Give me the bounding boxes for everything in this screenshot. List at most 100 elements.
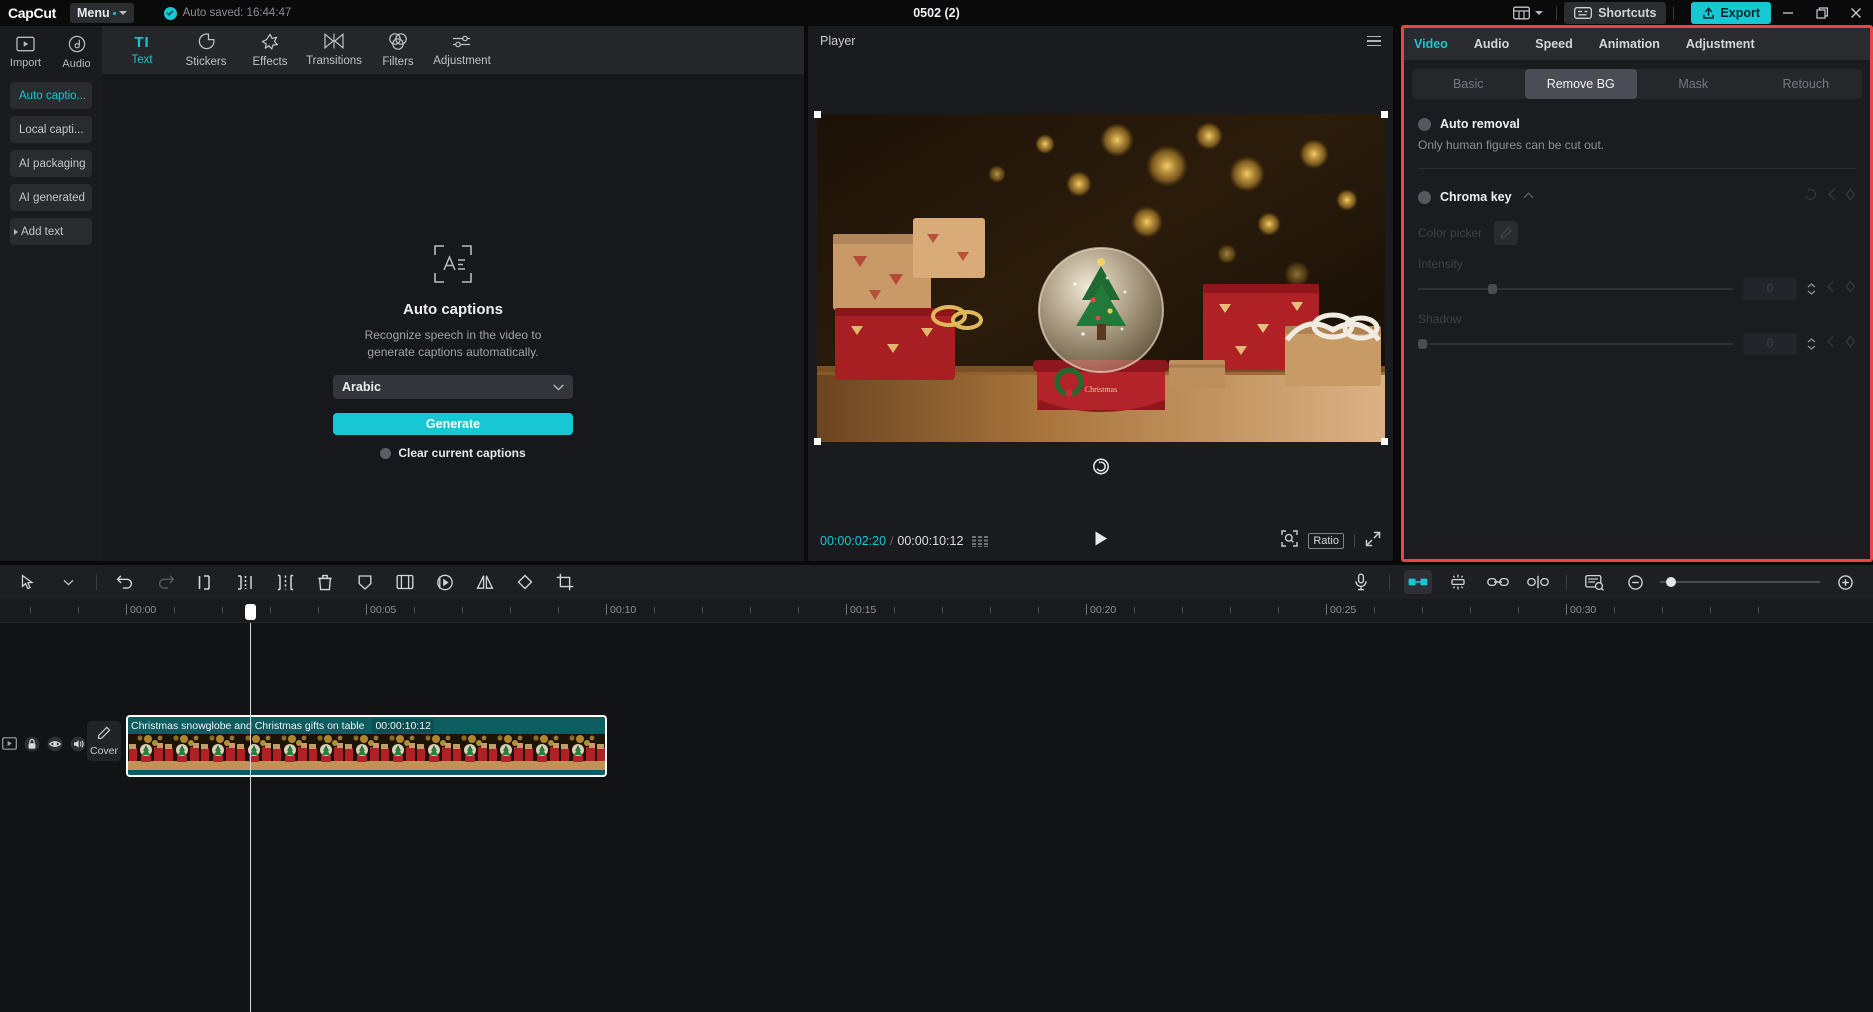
chevron-up-icon[interactable] — [1523, 192, 1533, 202]
eye-icon[interactable] — [47, 736, 63, 757]
clear-captions-checkbox[interactable]: Clear current captions — [380, 446, 525, 460]
timeline-zoom-slider[interactable] — [1660, 581, 1820, 583]
eyedropper-icon[interactable] — [1494, 221, 1518, 245]
video-track-icon[interactable] — [2, 737, 17, 755]
rotate-reset-icon[interactable] — [1092, 458, 1109, 480]
export-button[interactable]: Export — [1691, 2, 1771, 24]
hamburger-menu-icon[interactable] — [1367, 36, 1381, 47]
tab-effects[interactable]: Effects — [238, 33, 302, 68]
subtab-mask[interactable]: Mask — [1637, 69, 1750, 99]
marker-icon[interactable] — [345, 565, 385, 599]
shadow-stepper[interactable] — [1807, 338, 1816, 350]
mirror-icon[interactable] — [465, 565, 505, 599]
ratio-button[interactable]: Ratio — [1308, 533, 1344, 549]
shadow-slider[interactable] — [1418, 343, 1733, 345]
generate-button[interactable]: Generate — [333, 413, 573, 435]
trim-right-icon[interactable] — [225, 565, 265, 599]
resize-handle-tl[interactable] — [814, 111, 821, 118]
subtab-basic[interactable]: Basic — [1412, 69, 1525, 99]
minimize-button[interactable] — [1771, 0, 1805, 26]
auto-removal-toggle[interactable]: Auto removal — [1418, 117, 1856, 131]
intensity-value[interactable]: 0 — [1743, 278, 1797, 300]
media-import-icon — [16, 36, 35, 55]
tab-speed[interactable]: Speed — [1535, 37, 1573, 51]
sidebar-item-add-text[interactable]: Add text — [10, 218, 92, 245]
tab-transitions[interactable]: Transitions — [302, 33, 366, 67]
tab-animation[interactable]: Animation — [1599, 37, 1660, 51]
lock-icon[interactable] — [24, 736, 40, 757]
subtab-remove-bg[interactable]: Remove BG — [1525, 69, 1638, 99]
sidebar-item-audio[interactable]: Audio — [51, 26, 102, 74]
keyframe-add-icon[interactable] — [1845, 335, 1856, 353]
resize-handle-bl[interactable] — [814, 438, 821, 445]
language-select[interactable]: Arabic — [333, 375, 573, 399]
sidebar-item-local-captions[interactable]: Local capti... — [10, 116, 92, 143]
select-tool-dropdown[interactable] — [48, 565, 88, 599]
slider-knob[interactable] — [1666, 577, 1676, 587]
select-cursor-icon[interactable] — [8, 565, 48, 599]
tab-filters[interactable]: Filters — [366, 33, 430, 68]
undo-icon[interactable] — [105, 565, 145, 599]
maximize-button[interactable] — [1805, 0, 1839, 26]
keyframe-prev-icon[interactable] — [1826, 280, 1835, 298]
playhead-handle[interactable] — [245, 604, 256, 620]
unlink-clips-icon[interactable] — [1518, 565, 1558, 599]
shortcuts-button[interactable]: Shortcuts — [1564, 2, 1666, 24]
shadow-value[interactable]: 0 — [1743, 333, 1797, 355]
split-clip-icon[interactable] — [265, 565, 305, 599]
sidebar-item-ai-packaging[interactable]: AI packaging — [10, 150, 92, 177]
tab-text[interactable]: TI Text — [110, 34, 174, 66]
magnify-fit-icon[interactable] — [1281, 530, 1298, 552]
subtab-retouch[interactable]: Retouch — [1750, 69, 1863, 99]
fullscreen-expand-icon[interactable] — [1365, 531, 1381, 552]
timeline-clip[interactable]: Christmas snowglobe and Christmas gifts … — [126, 715, 607, 777]
trim-left-icon[interactable] — [185, 565, 225, 599]
speaker-icon[interactable] — [70, 736, 86, 757]
crop-icon[interactable] — [545, 565, 585, 599]
play-icon[interactable] — [1093, 530, 1108, 552]
tab-audio[interactable]: Audio — [1474, 37, 1509, 51]
magnet-snap-icon[interactable] — [1404, 570, 1432, 594]
slider-knob[interactable] — [1418, 339, 1427, 349]
keyframe-add-icon[interactable] — [1845, 188, 1856, 206]
tab-stickers[interactable]: Stickers — [174, 33, 238, 68]
zoom-out-icon[interactable] — [1615, 565, 1655, 599]
reset-circle-icon[interactable] — [1803, 187, 1818, 207]
keyframe-prev-icon[interactable] — [1826, 335, 1835, 353]
sidebar-item-import[interactable]: Import — [0, 26, 51, 74]
tab-adjustment[interactable]: Adjustment — [1686, 37, 1755, 51]
clear-captions-label: Clear current captions — [398, 446, 525, 460]
keyframe-add-icon[interactable] — [1845, 280, 1856, 298]
intensity-slider[interactable] — [1418, 288, 1733, 290]
intensity-stepper[interactable] — [1807, 283, 1816, 295]
frame-preview-icon[interactable] — [972, 536, 988, 547]
microphone-icon[interactable] — [1341, 565, 1381, 599]
playhead[interactable] — [250, 623, 251, 1012]
intensity-label: Intensity — [1418, 257, 1856, 271]
left-sidebar: Import Audio Auto captio... Local capti.… — [0, 26, 102, 561]
rotate-icon[interactable] — [505, 565, 545, 599]
menu-button[interactable]: Menu — [70, 3, 134, 23]
reverse-clip-icon[interactable] — [425, 565, 465, 599]
timeline-ruler[interactable]: 00:0000:0500:1000:1500:2000:2500:30 — [0, 599, 1873, 623]
zoom-in-icon[interactable] — [1825, 565, 1865, 599]
redo-icon[interactable] — [145, 565, 185, 599]
video-preview-stage[interactable]: Christmas — [817, 114, 1385, 442]
slider-knob[interactable] — [1488, 284, 1497, 294]
cover-button[interactable]: Cover — [87, 721, 121, 761]
chroma-key-toggle[interactable]: Chroma key — [1418, 187, 1856, 207]
preview-magnify-icon[interactable] — [1575, 565, 1615, 599]
layout-grid-icon[interactable] — [1507, 6, 1549, 20]
keyframe-prev-icon[interactable] — [1827, 188, 1836, 206]
tab-adjustment[interactable]: Adjustment — [430, 34, 494, 67]
sidebar-item-auto-captions[interactable]: Auto captio... — [10, 82, 92, 109]
resize-handle-tr[interactable] — [1381, 111, 1388, 118]
tab-video[interactable]: Video — [1414, 37, 1448, 51]
trash-icon[interactable] — [305, 565, 345, 599]
auto-adjust-icon[interactable] — [1438, 565, 1478, 599]
sidebar-item-ai-generated[interactable]: AI generated — [10, 184, 92, 211]
freeze-frame-icon[interactable] — [385, 565, 425, 599]
close-button[interactable] — [1839, 0, 1873, 26]
link-clips-icon[interactable] — [1478, 565, 1518, 599]
resize-handle-br[interactable] — [1381, 438, 1388, 445]
